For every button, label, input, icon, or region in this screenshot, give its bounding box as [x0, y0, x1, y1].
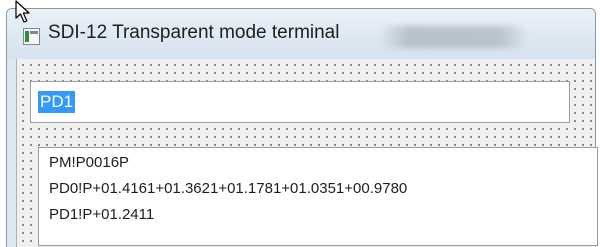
response-output[interactable]: PM!P0016P PD0!P+01.4161+01.3621+01.1781+… [38, 147, 598, 246]
output-line: PM!P0016P [49, 154, 130, 171]
output-line: PD1!P+01.2411 [49, 206, 155, 223]
title-bar[interactable]: SDI-12 Transparent mode terminal [7, 9, 595, 59]
mouse-pointer-icon [15, 0, 30, 23]
output-line: PD0!P+01.4161+01.3621+01.1781+01.0351+00… [49, 180, 408, 197]
command-input[interactable]: PD1 [30, 81, 570, 123]
title-redacted-area [379, 26, 529, 48]
window-title: SDI-12 Transparent mode terminal [48, 22, 340, 43]
command-input-value[interactable]: PD1 [38, 91, 76, 113]
app-icon[interactable] [23, 28, 40, 45]
